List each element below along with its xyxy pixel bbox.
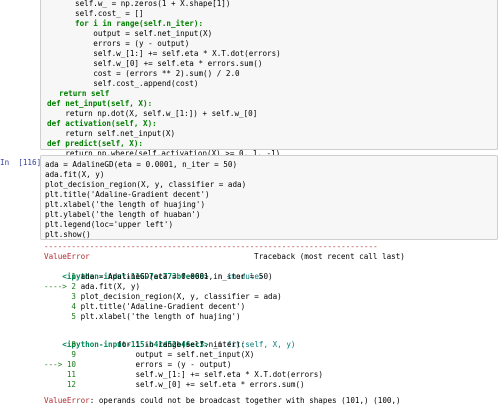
traceback-final-error-name: ValueError [44,396,90,405]
traceback-code: plt.xlabel('the length of huajing') [80,312,241,321]
traceback-code: ada = AdalineGD(eta = 0.0001, n_iter = 5… [80,272,273,281]
code-line: cost = (errors ** 2).sum() / 2.0 [75,69,240,78]
traceback-line-number: 12 [44,380,81,389]
code-cell-previous[interactable]: self.w_ = np.zeros(1 + X.shape[1]) self.… [40,0,498,158]
traceback-line-number: ---> 10 [44,360,81,369]
traceback-line: 1 ada = AdalineGD(eta = 0.0001, n_iter =… [44,272,273,282]
traceback-final-error-message: : operands could not be broadcast togeth… [89,396,401,405]
traceback-code: errors = (y - output) [80,360,232,369]
traceback-line: 3 plot_decision_region(X, y, classifier … [44,292,282,302]
traceback-error-name: ValueError [44,252,90,261]
traceback-code: plot_decision_region(X, y, classifier = … [80,292,282,301]
code-line: plot_decision_region(X, y, classifier = … [45,180,247,189]
code-line: self.cost_ = [] [75,9,144,18]
code-line: ada.fit(X, y) [45,170,105,179]
traceback-code: ada.fit(X, y) [80,282,141,291]
traceback-line-number: 11 [44,370,81,379]
traceback-line-number: ----> 2 [44,282,81,291]
traceback-line: 4 plt.title('Adaline-Gradient decent') [44,302,245,312]
code-line: self.w_[1:] += self.eta * X.T.dot(errors… [75,49,281,58]
code-cell-current[interactable]: ada = AdalineGD(eta = 0.0001, n_iter = 5… [40,155,498,240]
traceback-line: 12 self.w_[0] += self.eta * errors.sum() [44,380,305,390]
code-line: def predict(self, X): [47,139,144,148]
code-line: plt.xlabel('the length of huajing') [45,200,206,209]
traceback-line-number: 9 [44,350,81,359]
traceback-code: self.w_[1:] += self.eta * X.T.dot(errors… [80,370,323,379]
traceback-line-number: 4 [44,302,81,311]
traceback-line-number: 5 [44,312,81,321]
code-line: plt.title('Adaline-Gradient decent') [45,190,210,199]
input-prompt: In [116]: [0,158,46,167]
traceback-header: Traceback (most recent call last) [254,252,405,261]
code-line: return np.dot(X, self.w_[1:]) + self.w_[… [47,109,258,118]
code-line: return self.net_input(X) [47,129,176,138]
code-line: def net_input(self, X): [47,99,153,108]
code-line: self.w_[0] += self.eta * errors.sum() [75,59,263,68]
code-line: def activation(self, X): [47,119,157,128]
traceback-line-number: 3 [44,292,81,301]
traceback-line-number: 1 [44,272,81,281]
traceback-line: 8 for i in range(self.n_iter): [44,340,245,350]
code-line: self.w_ = np.zeros(1 + X.shape[1]) [75,0,231,8]
traceback-code: for i in range(self.n_iter): [80,340,246,349]
traceback-line-current: ---> 10 errors = (y - output) [44,360,231,370]
traceback-code: output = self.net_input(X) [80,350,255,359]
cell-output-traceback: ----------------------------------------… [44,240,498,406]
traceback-line: 9 output = self.net_input(X) [44,350,254,360]
code-line: self.cost_.append(cost) [75,79,199,88]
code-line: errors = (y - output) [75,39,190,48]
traceback-line: 11 self.w_[1:] += self.eta * X.T.dot(err… [44,370,323,380]
traceback-final-error: ValueError: operands could not be broadc… [44,396,401,406]
code-line: plt.show() [45,230,91,239]
traceback-code: self.w_[0] += self.eta * errors.sum() [80,380,305,389]
code-line: return self [59,89,110,98]
traceback-code: plt.title('Adaline-Gradient decent') [80,302,246,311]
traceback-separator: ----------------------------------------… [44,242,378,251]
traceback-line-current: ----> 2 ada.fit(X, y) [44,282,140,292]
code-line: output = self.net_input(X) [75,29,213,38]
code-line: for i in range(self.n_iter): [75,19,204,28]
traceback-line: 5 plt.xlabel('the length of huajing') [44,312,241,322]
code-line: plt.ylabel('the length of huaban') [45,210,201,219]
code-line: ada = AdalineGD(eta = 0.0001, n_iter = 5… [45,160,238,169]
traceback-line-number: 8 [44,340,81,349]
code-line: plt.legend(loc='upper left') [45,220,174,229]
